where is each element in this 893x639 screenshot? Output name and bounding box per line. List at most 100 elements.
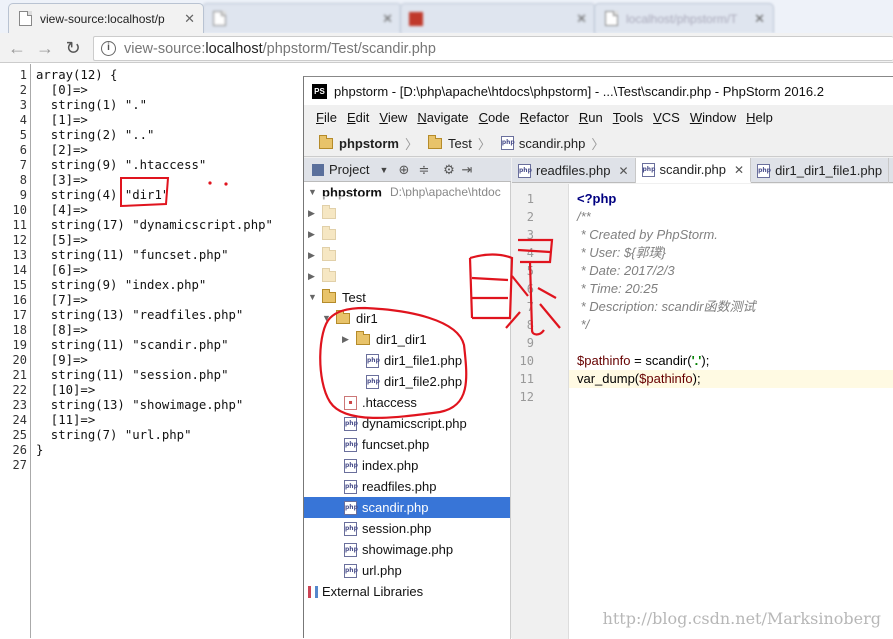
back-arrow-icon[interactable]: ← <box>6 37 28 59</box>
browser-tab-4[interactable]: localhost/phpstorm/T ✕ <box>594 3 774 33</box>
tree-file-index[interactable]: php index.php <box>344 455 418 476</box>
tree-file-dir1-file2[interactable]: php dir1_file2.php <box>366 371 462 392</box>
source-line-number: 26 <box>12 443 27 457</box>
menu-vcs[interactable]: VCS <box>653 110 680 125</box>
code-line-4: * User: ${郭璞} <box>577 245 666 260</box>
reload-icon[interactable]: ↻ <box>62 37 84 59</box>
folder-icon <box>319 134 333 149</box>
source-line-number: 16 <box>12 293 27 307</box>
code-editor[interactable]: 1 2 3 4 5 6 7 8 9 10 11 12 <?php /** * Created by P… <box>512 184 893 639</box>
menu-window[interactable]: Window <box>690 110 736 125</box>
source-line: string(13) "readfiles.php" <box>36 308 244 322</box>
breadcrumb-phpstorm[interactable]: phpstorm 〉 <box>319 134 418 153</box>
tree-folder-hidden-4[interactable]: ▶ <box>308 266 342 287</box>
source-line: string(9) ".htaccess" <box>36 158 207 172</box>
php-file-icon: php <box>344 500 358 515</box>
tree-file-readfiles[interactable]: php readfiles.php <box>344 476 436 497</box>
menu-file[interactable]: File <box>316 110 337 125</box>
close-tab-icon[interactable]: ✕ <box>184 11 195 27</box>
tree-folder-dir1[interactable]: ▼ dir1 <box>322 308 378 329</box>
source-line: [3]=> <box>36 173 88 187</box>
info-icon[interactable]: i <box>101 41 116 56</box>
source-line: string(1) "." <box>36 98 148 112</box>
tree-folder-test[interactable]: ▼ Test <box>308 287 366 308</box>
forward-arrow-icon[interactable]: → <box>34 37 56 59</box>
close-tab-icon[interactable]: ✕ <box>618 164 628 178</box>
tree-folder-dir1-dir1[interactable]: ▶ dir1_dir1 <box>342 329 427 350</box>
php-file-icon: php <box>344 416 358 431</box>
source-line: [7]=> <box>36 293 88 307</box>
settings-gear-icon[interactable]: ⚙ <box>441 162 456 178</box>
source-line: [1]=> <box>36 113 88 127</box>
source-line: string(17) "dynamicscript.php" <box>36 218 273 232</box>
editor-tab-dir1-dir1-file1[interactable]: php dir1_dir1_file1.php <box>751 158 890 183</box>
source-line-number: 13 <box>12 248 27 262</box>
source-line-number: 19 <box>12 338 27 352</box>
breadcrumb-scandir[interactable]: php scandir.php 〉 <box>500 134 604 153</box>
code-line-number: 6 <box>526 282 534 296</box>
tree-root-phpstorm[interactable]: ▼ phpstorm D:\php\apache\htdoc <box>308 182 501 203</box>
scroll-from-source-icon[interactable]: ⊕ <box>396 162 411 178</box>
source-line-number: 14 <box>12 263 27 277</box>
php-file-icon: php <box>344 563 358 578</box>
url-text[interactable]: view-source:localhost/phpstorm/Test/scan… <box>124 41 436 57</box>
source-line-number: 15 <box>12 278 27 292</box>
tree-file-dir1-file1[interactable]: php dir1_file1.php <box>366 350 462 371</box>
source-line-number: 5 <box>19 128 27 142</box>
tree-folder-hidden-2[interactable]: ▶ <box>308 224 342 245</box>
tree-external-libraries[interactable]: External Libraries <box>308 581 423 602</box>
php-file-icon: php <box>641 162 655 177</box>
menu-view[interactable]: View <box>379 110 407 125</box>
browser-tab-view-source[interactable]: view-source:localhost/p ✕ <box>8 3 204 33</box>
close-tab-icon[interactable]: ✕ <box>754 11 765 27</box>
php-file-icon: php <box>344 479 358 494</box>
tree-folder-hidden-3[interactable]: ▶ <box>308 245 342 266</box>
php-file-icon: php <box>500 136 515 150</box>
editor-tab-readfiles[interactable]: php readfiles.php ✕ <box>512 158 636 183</box>
code-line-number: 7 <box>526 300 534 314</box>
menu-code[interactable]: Code <box>479 110 510 125</box>
tree-folder-hidden-1[interactable]: ▶ <box>308 203 342 224</box>
collapse-all-icon[interactable]: ≑ <box>416 162 431 178</box>
code-line-1: <?php <box>577 191 617 206</box>
project-view-selector[interactable]: Project <box>329 162 369 177</box>
source-line: [2]=> <box>36 143 88 157</box>
menu-run[interactable]: Run <box>579 110 603 125</box>
dropdown-arrow-icon[interactable]: ▼ <box>379 165 388 175</box>
code-line-number: 8 <box>526 318 534 332</box>
source-line-gutter: 1 2 3 4 5 6 7 8 9 10 11 12 13 14 15 16 17 18 19 20 21 22 23 24 2… <box>0 64 31 638</box>
php-file-icon: php <box>344 521 358 536</box>
code-line-5: * Date: 2017/2/3 <box>577 263 675 278</box>
close-tab-icon[interactable]: ✕ <box>576 11 587 27</box>
folder-icon <box>322 289 336 303</box>
tree-file-scandir[interactable]: php scandir.php <box>304 497 510 518</box>
tree-file-htaccess[interactable]: ▪ .htaccess <box>344 392 417 413</box>
menu-help[interactable]: Help <box>746 110 773 125</box>
source-line: string(11) "session.php" <box>36 368 229 382</box>
close-tab-icon[interactable]: ✕ <box>382 11 393 27</box>
menu-refactor[interactable]: Refactor <box>520 110 569 125</box>
tree-file-showimage[interactable]: php showimage.php <box>344 539 453 560</box>
tree-file-funcset[interactable]: php funcset.php <box>344 434 429 455</box>
tree-file-session[interactable]: php session.php <box>344 518 431 539</box>
source-line: [6]=> <box>36 263 88 277</box>
folder-icon <box>322 205 336 219</box>
breadcrumb-test[interactable]: Test 〉 <box>427 134 491 153</box>
code-line-6: * Time: 20:25 <box>577 281 658 296</box>
folder-icon <box>322 247 336 261</box>
browser-tab-3[interactable]: ✕ <box>400 3 596 33</box>
editor-tab-scandir[interactable]: php scandir.php ✕ <box>635 158 752 183</box>
menu-tools[interactable]: Tools <box>613 110 643 125</box>
tree-file-dynamicscript[interactable]: php dynamicscript.php <box>344 413 467 434</box>
menu-navigate[interactable]: Navigate <box>417 110 468 125</box>
source-line-number: 27 <box>12 458 27 472</box>
menu-edit[interactable]: Edit <box>347 110 369 125</box>
source-line-number: 21 <box>12 368 27 382</box>
address-bar[interactable]: i view-source:localhost/phpstorm/Test/sc… <box>93 36 893 61</box>
ide-breadcrumb: phpstorm 〉 Test 〉 php scandir.php 〉 <box>304 130 893 157</box>
close-tab-icon[interactable]: ✕ <box>734 163 744 177</box>
browser-tab-2[interactable]: ✕ <box>202 3 402 33</box>
hide-panel-icon[interactable]: ⇥ <box>459 162 474 178</box>
source-line: [4]=> <box>36 203 88 217</box>
tree-file-url[interactable]: php url.php <box>344 560 402 581</box>
